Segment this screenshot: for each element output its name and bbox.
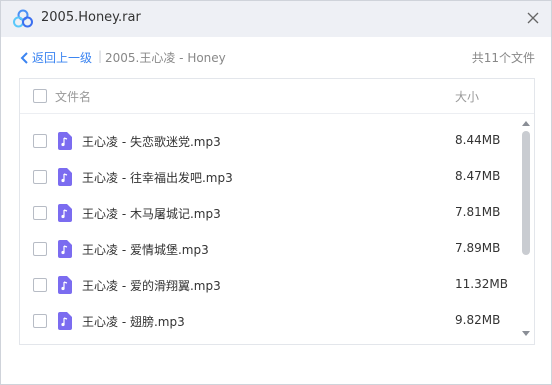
file-row[interactable]: 王心凌 - 爱的滑翔翼.mp3 11.32MB [20,267,518,303]
scroll-up-arrow-icon[interactable] [521,119,531,127]
file-name: 王心凌 - 翅膀.mp3 [82,315,185,329]
row-checkbox[interactable] [33,242,47,256]
row-checkbox[interactable] [33,314,47,328]
row-checkbox[interactable] [33,278,47,292]
audio-file-icon [58,168,72,186]
file-name: 王心凌 - 爱情城堡.mp3 [82,243,209,257]
list-header: 文件名 大小 [20,79,534,114]
row-checkbox[interactable] [33,206,47,220]
back-link[interactable]: 返回上一级 [32,49,92,66]
nav-bar: 返回上一级 | 2005.王心凌 - Honey 共11个文件 [1,37,551,79]
scrollbar-thumb[interactable] [522,131,530,255]
title-bar: 2005.Honey.rar [1,1,551,37]
audio-file-icon [58,240,72,258]
audio-file-icon [58,132,72,150]
file-row[interactable]: 王心凌 - 木马屠城记.mp3 7.81MB [20,195,518,231]
file-count: 共11个文件 [471,51,535,65]
close-button[interactable] [521,6,545,30]
column-header-name[interactable]: 文件名 [55,88,91,105]
file-name: 王心凌 - 往幸福出发吧.mp3 [82,171,233,185]
file-row[interactable]: 王心凌 - 爱情城堡.mp3 7.89MB [20,231,518,267]
audio-file-icon [58,204,72,222]
file-size: 8.47MB [455,169,501,183]
close-icon [527,12,539,24]
row-checkbox[interactable] [33,134,47,148]
file-name: 王心凌 - 爱的滑翔翼.mp3 [82,279,221,293]
archive-preview-window: 2005.Honey.rar 返回上一级 | 2005.王心凌 - Honey … [0,0,552,385]
column-header-size[interactable]: 大小 [455,88,479,105]
select-all-checkbox[interactable] [33,89,47,103]
window-title: 2005.Honey.rar [41,10,141,25]
file-size: 7.81MB [455,205,501,219]
row-checkbox[interactable] [33,170,47,184]
chevron-left-icon[interactable] [19,52,29,64]
breadcrumb-path: 2005.王心凌 - Honey [105,51,226,65]
file-size: 7.89MB [455,241,501,255]
file-row[interactable]: 王心凌 - 失恋歌迷党.mp3 8.44MB [20,123,518,159]
audio-file-icon [58,276,72,294]
breadcrumb-separator: | [98,49,103,63]
audio-file-icon [58,312,72,330]
file-row[interactable]: 王心凌 - 往幸福出发吧.mp3 8.47MB [20,159,518,195]
file-name: 王心凌 - 木马屠城记.mp3 [82,207,221,221]
scroll-down-arrow-icon[interactable] [521,330,531,338]
file-row[interactable]: 王心凌 - 翅膀.mp3 9.82MB [20,303,518,339]
file-size: 9.82MB [455,313,501,327]
file-list: 文件名 大小 王心凌 - 失恋歌迷党.mp3 8.44MB 王心凌 - 往幸福出… [19,78,535,345]
app-logo-icon [13,9,33,28]
file-size: 11.32MB [455,277,508,291]
file-size: 8.44MB [455,133,501,147]
file-name: 王心凌 - 失恋歌迷党.mp3 [82,135,221,149]
